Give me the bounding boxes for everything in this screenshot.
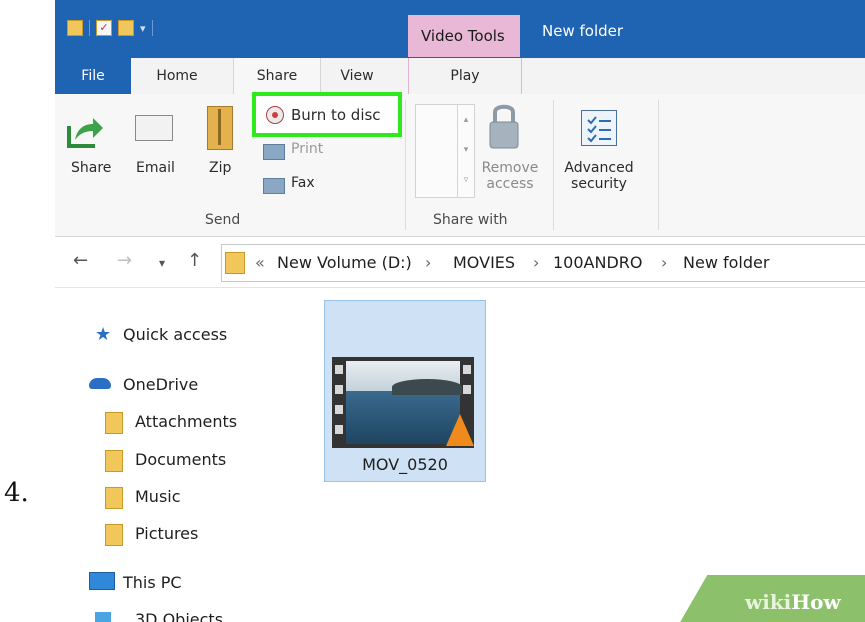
share-button-label[interactable]: Share — [71, 160, 111, 176]
computer-icon — [89, 572, 115, 590]
nav-this-pc[interactable]: This PC — [123, 573, 182, 592]
folder-icon — [105, 412, 123, 434]
folder-icon — [105, 524, 123, 546]
folder-icon — [105, 450, 123, 472]
group-divider — [405, 100, 406, 230]
remove-access-line2: access — [486, 176, 534, 192]
breadcrumb-new-volume[interactable]: New Volume (D:) — [277, 253, 412, 272]
email-icon[interactable] — [135, 115, 173, 141]
nav-documents[interactable]: Documents — [135, 450, 226, 469]
cloud-icon — [89, 378, 111, 389]
back-arrow-icon[interactable]: ← — [73, 250, 88, 271]
customize-toolbar-icon[interactable]: ▾ — [140, 22, 146, 35]
star-icon: ★ — [95, 324, 112, 345]
lock-icon — [489, 104, 519, 149]
remove-access-line1: Remove — [481, 160, 539, 176]
new-folder-icon[interactable] — [118, 20, 134, 36]
advanced-security-line1: Advanced — [564, 160, 634, 176]
nav-music[interactable]: Music — [135, 487, 181, 506]
video-tools-context-tab: Video Tools — [408, 15, 520, 57]
thumbnail-water — [346, 391, 460, 444]
tab-home[interactable]: Home — [141, 58, 213, 94]
nav-pictures[interactable]: Pictures — [135, 524, 198, 543]
film-hole — [335, 425, 343, 434]
nav-3d-objects[interactable]: 3D Objects — [135, 610, 223, 622]
advanced-security-icon[interactable] — [581, 110, 617, 146]
nav-onedrive[interactable]: OneDrive — [123, 375, 198, 394]
watermark-wiki: wiki — [745, 590, 792, 614]
nav-attachments[interactable]: Attachments — [135, 412, 237, 431]
zip-button-label[interactable]: Zip — [209, 160, 231, 176]
advanced-security-line2: security — [571, 176, 627, 192]
file-name-label[interactable]: MOV_0520 — [324, 455, 486, 474]
tab-file[interactable]: File — [55, 58, 131, 94]
fax-button[interactable]: Fax — [291, 175, 315, 191]
quick-access-toolbar: ✓ ▾ — [67, 20, 153, 36]
breadcrumb-movies[interactable]: MOVIES — [453, 253, 515, 272]
tab-share[interactable]: Share — [233, 58, 321, 94]
folder-icon — [105, 487, 123, 509]
vlc-cone-icon — [446, 414, 474, 446]
properties-icon[interactable]: ✓ — [96, 20, 112, 36]
print-button[interactable]: Print — [291, 141, 323, 157]
watermark-logo: wikiHow — [745, 590, 841, 614]
group-divider — [658, 100, 659, 230]
folder-icon — [225, 252, 245, 274]
breadcrumb-separator[interactable]: › — [533, 253, 539, 272]
divider — [151, 20, 153, 36]
folder-icon[interactable] — [67, 20, 83, 36]
share-icon[interactable] — [65, 110, 105, 150]
checklist-icon — [587, 116, 611, 143]
send-group-label: Send — [205, 212, 241, 228]
step-number: 4. — [4, 478, 29, 508]
watermark-how: How — [791, 590, 841, 614]
film-hole — [335, 385, 343, 394]
disc-icon — [266, 106, 284, 124]
group-divider — [553, 100, 554, 230]
divider — [89, 20, 90, 36]
thumbnail-hills — [392, 379, 462, 395]
breadcrumb-separator[interactable]: › — [425, 253, 431, 272]
path-overflow[interactable]: « — [255, 253, 265, 272]
burn-to-disc-button[interactable]: Burn to disc — [291, 106, 381, 124]
breadcrumb-new-folder[interactable]: New folder — [683, 253, 769, 272]
breadcrumb-100andro[interactable]: 100ANDRO — [553, 253, 642, 272]
3d-objects-icon — [95, 612, 111, 622]
film-hole — [335, 405, 343, 414]
film-hole — [463, 365, 471, 374]
recent-locations-chevron-icon[interactable]: ▾ — [159, 256, 165, 270]
context-tab-label: Video Tools — [421, 27, 505, 45]
tab-view[interactable]: View — [325, 58, 389, 94]
share-with-list[interactable]: ▴ ▾ ▿ — [415, 104, 475, 198]
nav-quick-access[interactable]: Quick access — [123, 325, 227, 344]
fax-icon — [263, 178, 285, 194]
file-explorer-screenshot: ✓ ▾ Video Tools New folder File Home Sha… — [55, 0, 865, 622]
window-title: New folder — [542, 22, 624, 40]
breadcrumb-separator[interactable]: › — [661, 253, 667, 272]
remove-access-button[interactable]: Remove access — [475, 160, 545, 192]
email-button-label[interactable]: Email — [136, 160, 175, 176]
film-hole — [335, 365, 343, 374]
film-hole — [463, 385, 471, 394]
advanced-security-button[interactable]: Advanced security — [558, 160, 640, 192]
printer-icon — [263, 144, 285, 160]
share-with-group-label: Share with — [433, 212, 508, 228]
zip-icon[interactable] — [207, 106, 233, 150]
share-list-scrollbar[interactable]: ▴ ▾ ▿ — [457, 105, 474, 197]
tab-play[interactable]: Play — [408, 58, 522, 94]
up-arrow-icon[interactable]: ↑ — [187, 250, 202, 271]
forward-arrow-icon[interactable]: → — [117, 250, 132, 271]
